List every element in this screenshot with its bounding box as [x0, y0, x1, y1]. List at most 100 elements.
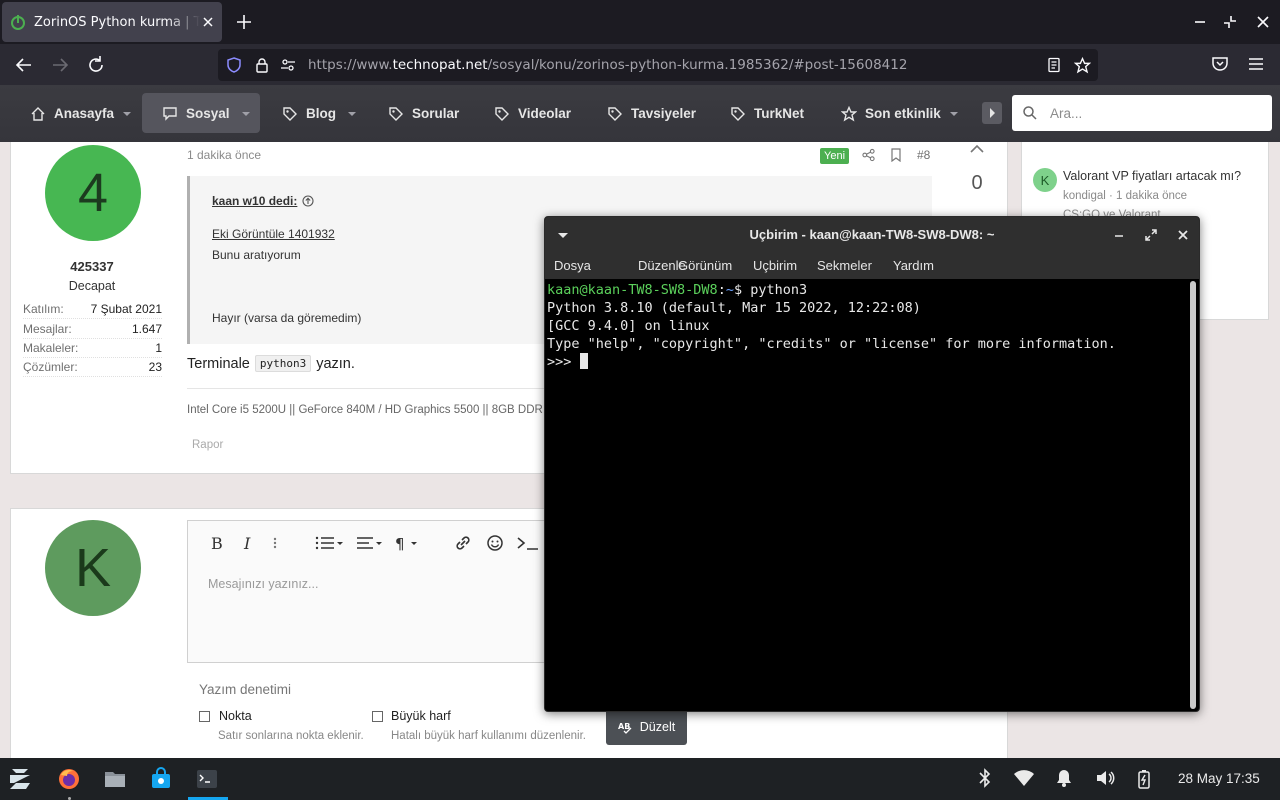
menu-yardim[interactable]: Yardım — [893, 258, 934, 273]
notification-bell-icon[interactable] — [1055, 768, 1073, 788]
bluetooth-icon[interactable] — [977, 767, 993, 789]
forward-arrow-icon[interactable] — [50, 55, 70, 75]
tag-icon — [494, 106, 510, 122]
user-stat-articles: Makaleler: 1 — [23, 341, 162, 358]
permissions-icon[interactable] — [280, 57, 296, 73]
software-store-icon[interactable] — [149, 767, 173, 791]
terminal-line: Python 3.8.10 (default, Mar 15 2022, 12:… — [547, 300, 921, 316]
maximize-icon[interactable] — [1144, 228, 1158, 242]
panel-clock[interactable]: 28 May 17:35 — [1178, 771, 1260, 786]
url-bar[interactable]: https://www.technopat.net/sosyal/konu/zo… — [218, 49, 1098, 81]
share-icon[interactable] — [862, 148, 875, 162]
terminal-title: Uçbirim - kaan@kaan-TW8-SW8-DW8: ~ — [749, 227, 995, 242]
hamburger-menu-icon[interactable] — [1247, 55, 1265, 73]
checkbox-label[interactable]: Nokta — [219, 709, 252, 723]
paragraph-icon[interactable]: ¶ — [394, 533, 422, 553]
volume-icon[interactable] — [1095, 768, 1115, 788]
italic-icon[interactable]: I — [240, 533, 258, 553]
zorin-menu-icon[interactable] — [6, 766, 34, 792]
terminal-app-icon[interactable] — [195, 767, 219, 791]
code-icon[interactable] — [516, 533, 540, 553]
minimize-icon[interactable] — [1112, 228, 1126, 242]
arrow-up-circle-icon[interactable] — [302, 195, 314, 207]
emoji-icon[interactable] — [486, 533, 504, 553]
message-editor[interactable]: B I ¶ Mesajınızı yazınız... — [187, 520, 587, 663]
nav-item-anasayfa[interactable]: Anasayfa — [30, 85, 114, 142]
terminal-prompt-line: >>> — [547, 353, 1185, 371]
bookmark-star-icon[interactable] — [1074, 57, 1091, 74]
pocket-icon[interactable] — [1211, 55, 1229, 73]
menu-dosya[interactable]: Dosya — [554, 258, 591, 273]
tag-icon — [730, 106, 746, 122]
checkbox-nokta[interactable] — [199, 711, 210, 722]
editor-toolbar: B I ¶ — [188, 521, 586, 567]
svg-text:I: I — [243, 534, 251, 553]
reader-view-icon[interactable] — [1046, 57, 1062, 73]
report-link[interactable]: Rapor — [192, 439, 223, 451]
sidebar-thread-title[interactable]: Valorant VP fiyatları artacak mı? — [1063, 169, 1241, 183]
site-search-input[interactable]: Ara... — [1012, 95, 1272, 131]
battery-charging-icon[interactable] — [1137, 769, 1151, 789]
menu-sekmeler[interactable]: Sekmeler — [817, 258, 872, 273]
fix-button[interactable]: AB Düzelt — [606, 709, 687, 745]
quote-line: Bunu aratıyorum — [212, 248, 301, 262]
bold-icon[interactable]: B — [208, 533, 226, 553]
vote-count: 0 — [971, 172, 983, 194]
shield-icon[interactable] — [226, 57, 242, 73]
avatar[interactable]: 4 — [45, 145, 141, 241]
bookmark-icon[interactable] — [890, 148, 902, 162]
files-icon[interactable] — [103, 767, 127, 791]
quote-line: Hayır (varsa da göremedim) — [212, 311, 362, 325]
post-number[interactable]: #8 — [917, 148, 930, 162]
close-icon[interactable] — [1176, 228, 1190, 242]
nav-scroll-right-icon[interactable] — [982, 102, 1002, 124]
back-arrow-icon[interactable] — [14, 55, 34, 75]
nav-item-turknet[interactable]: TurkNet — [730, 85, 804, 142]
text-cursor — [579, 353, 588, 369]
list-icon[interactable] — [314, 533, 344, 553]
user-stat-joined: Katılım: 7 Şubat 2021 — [23, 302, 162, 319]
terminal-titlebar[interactable]: Uçbirim - kaan@kaan-TW8-SW8-DW8: ~ — [545, 217, 1199, 253]
terminal-window[interactable]: Uçbirim - kaan@kaan-TW8-SW8-DW8: ~ Dosya… — [544, 216, 1200, 712]
attachment-link[interactable]: Eki Görüntüle 1401932 — [212, 227, 335, 241]
home-icon — [30, 106, 46, 122]
quote-author[interactable]: kaan w10 dedi: — [212, 194, 297, 208]
post-username[interactable]: 425337 — [0, 259, 184, 274]
checkbox-label[interactable]: Büyük harf — [391, 709, 451, 723]
signature: Intel Core i5 5200U || GeForce 840M / HD… — [187, 404, 543, 416]
nav-item-videolar[interactable]: Videolar — [494, 85, 571, 142]
reload-icon[interactable] — [86, 55, 106, 75]
browser-tab-active[interactable]: ZorinOS Python kurma | Te — [2, 2, 222, 42]
nav-item-sorular[interactable]: Sorular — [388, 85, 459, 142]
nav-item-tavsiyeler[interactable]: Tavsiyeler — [607, 85, 696, 142]
link-icon[interactable] — [454, 533, 472, 553]
chevron-down-icon[interactable] — [347, 110, 357, 118]
menu-ucbirim[interactable]: Uçbirim — [753, 258, 797, 273]
new-tab-icon[interactable] — [234, 12, 254, 32]
nav-item-blog[interactable]: Blog — [282, 85, 336, 142]
lock-icon[interactable] — [254, 57, 270, 73]
avatar[interactable]: K — [45, 520, 141, 616]
terminal-scrollbar[interactable] — [1190, 281, 1196, 709]
close-tab-icon[interactable] — [202, 16, 214, 28]
chevron-down-icon[interactable] — [949, 110, 959, 118]
terminal-menubar: Dosya Düzenle Görünüm Uçbirim Sekmeler Y… — [545, 253, 1199, 279]
checkbox-buyuk-harf[interactable] — [372, 711, 383, 722]
terminal-output[interactable]: kaan@kaan-TW8-SW8-DW8:~$ python3 Python … — [545, 279, 1187, 711]
post-time[interactable]: 1 dakika önce — [187, 148, 261, 162]
minimize-icon[interactable] — [1192, 14, 1208, 30]
wifi-icon[interactable] — [1013, 769, 1035, 787]
menu-gorunum[interactable]: Görünüm — [678, 258, 732, 273]
more-options-icon[interactable] — [270, 533, 280, 553]
upvote-icon[interactable] — [969, 143, 985, 155]
chevron-down-icon[interactable] — [122, 110, 132, 118]
align-icon[interactable] — [356, 533, 384, 553]
close-window-icon[interactable] — [1255, 14, 1271, 30]
avatar[interactable]: K — [1033, 168, 1057, 192]
terminal-line: [GCC 9.4.0] on linux — [547, 318, 710, 334]
chevron-down-icon[interactable] — [241, 110, 251, 118]
search-icon — [1022, 105, 1038, 121]
firefox-icon[interactable] — [57, 767, 81, 791]
restore-icon[interactable] — [1222, 14, 1238, 30]
nav-item-son-etkinlik[interactable]: Son etkinlik — [841, 85, 941, 142]
